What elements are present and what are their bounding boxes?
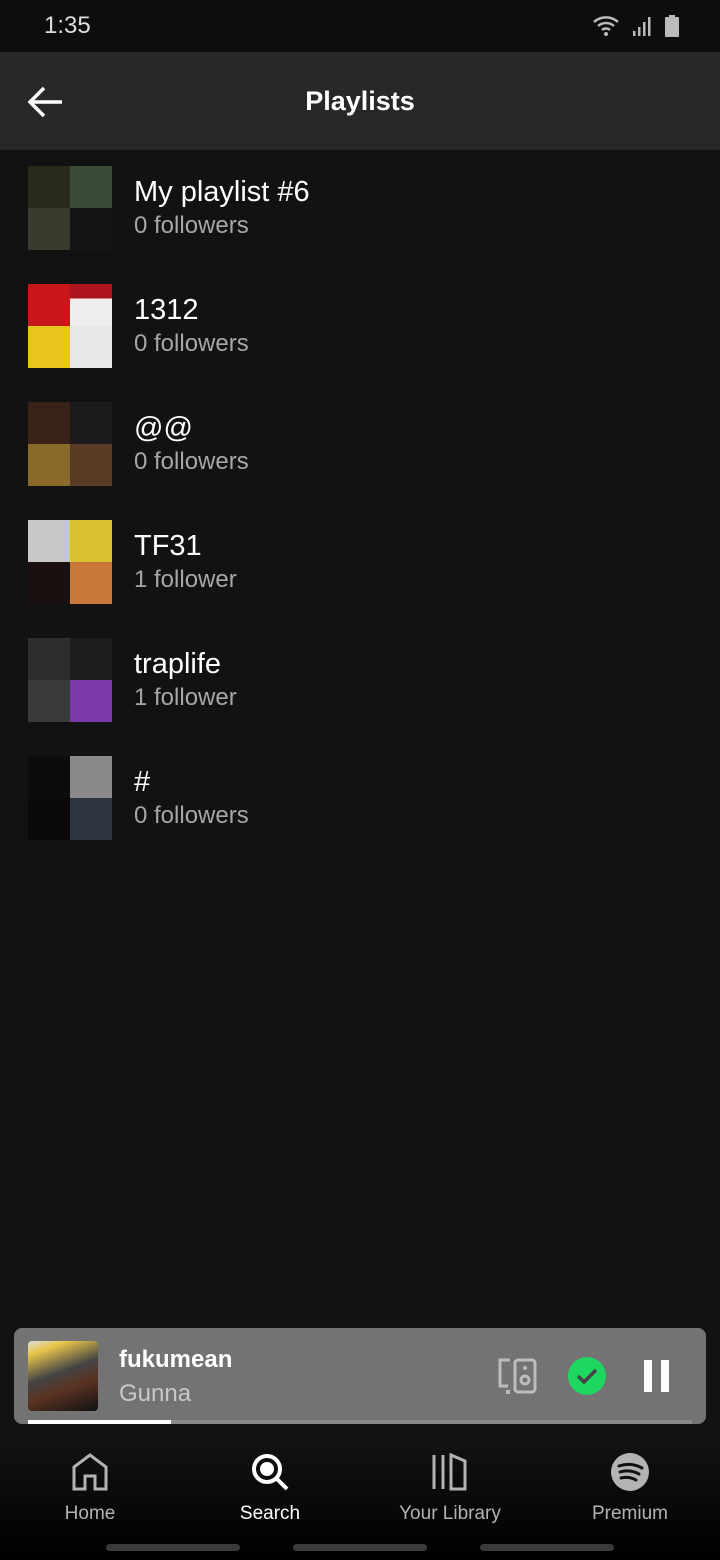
tab-label: Your Library xyxy=(399,1503,501,1524)
playlist-cover xyxy=(28,638,112,722)
now-playing-bar[interactable]: fukumean Gunna xyxy=(14,1328,706,1424)
playlist-name: TF31 xyxy=(134,530,202,562)
tab-premium[interactable]: Premium xyxy=(540,1452,720,1525)
tab-label: Premium xyxy=(591,1503,668,1524)
tab-label: Search xyxy=(239,1503,301,1524)
wifi-icon xyxy=(593,16,619,36)
arrow-left-icon[interactable] xyxy=(26,82,66,122)
playlist-followers: 0 followers xyxy=(134,802,249,829)
track-title: fukumean xyxy=(119,1346,233,1373)
playlist-list: My playlist #6 0 followers 1312 0 follower… xyxy=(0,150,720,874)
status-time: 1:35 xyxy=(44,12,91,39)
playlist-item[interactable]: @@ 0 followers xyxy=(0,402,720,520)
app-header: Playlists xyxy=(0,52,720,150)
bottom-nav: Home Search Your Library Premium xyxy=(0,1440,720,1560)
album-art xyxy=(28,1341,98,1411)
track-artist: Gunna xyxy=(119,1380,192,1407)
spotify-logo-icon xyxy=(611,1453,649,1491)
playback-progress[interactable] xyxy=(28,1420,692,1424)
playlist-item[interactable]: My playlist #6 0 followers xyxy=(0,166,720,284)
playlist-followers: 0 followers xyxy=(134,212,249,239)
playlist-followers: 1 follower xyxy=(134,566,237,593)
playlist-item[interactable]: traplife 1 follower xyxy=(0,638,720,756)
playback-progress-fill xyxy=(28,1420,171,1424)
playlist-name: @@ xyxy=(134,412,193,444)
tab-label: Home xyxy=(64,1503,116,1524)
tab-search[interactable]: Search xyxy=(180,1452,360,1525)
playlist-followers: 1 follower xyxy=(134,684,237,711)
search-icon xyxy=(252,1454,289,1491)
liked-check-icon[interactable] xyxy=(567,1356,607,1396)
signal-icon xyxy=(633,17,651,36)
playlist-name: My playlist #6 xyxy=(134,176,310,208)
playlist-name: 1312 xyxy=(134,294,199,326)
gesture-bar xyxy=(480,1544,614,1551)
pause-icon[interactable] xyxy=(642,1358,672,1394)
playlist-item[interactable]: TF31 1 follower xyxy=(0,520,720,638)
battery-icon xyxy=(665,15,679,37)
playlist-cover xyxy=(28,166,112,250)
tab-your-library[interactable]: Your Library xyxy=(360,1452,540,1525)
playlist-item[interactable]: 1312 0 followers xyxy=(0,284,720,402)
playlist-item[interactable]: #0 followers xyxy=(0,756,720,874)
page-title: Playlists xyxy=(305,85,415,116)
playlist-cover xyxy=(28,402,112,486)
gesture-bar xyxy=(293,1544,427,1551)
home-icon xyxy=(72,1453,108,1491)
playlist-followers: 0 followers xyxy=(134,448,249,475)
playlist-name: traplife xyxy=(134,648,222,680)
tab-home[interactable]: Home xyxy=(0,1452,180,1525)
playlist-name: # xyxy=(134,766,151,798)
library-icon xyxy=(432,1452,467,1491)
playlist-cover xyxy=(28,284,112,368)
status-bar: 1:35 xyxy=(0,0,720,52)
playlist-cover xyxy=(28,756,112,840)
playlist-followers: 0 followers xyxy=(134,330,249,357)
gesture-bar xyxy=(106,1544,240,1551)
connect-device-icon[interactable] xyxy=(496,1356,538,1396)
playlist-cover xyxy=(28,520,112,604)
